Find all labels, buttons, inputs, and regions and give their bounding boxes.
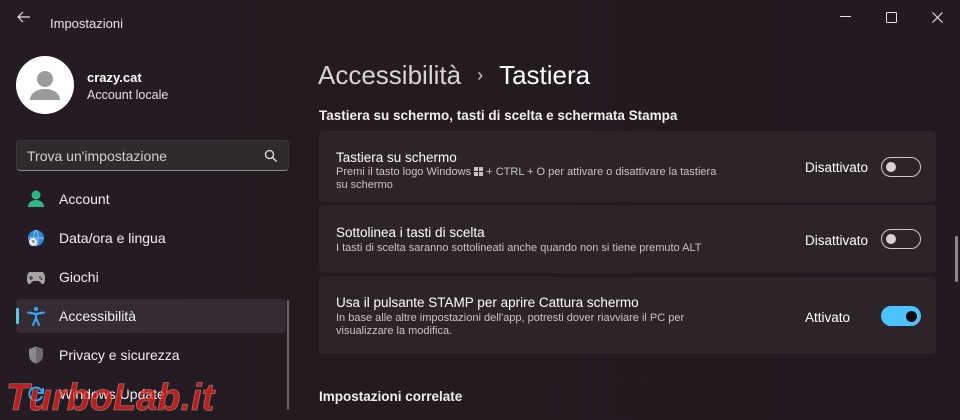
toggle-knob [906, 310, 917, 322]
sidebar-item-label: Account [59, 191, 110, 207]
description-text: In base alle altre impostazioni dell'app… [336, 312, 685, 324]
maximize-button[interactable] [868, 6, 914, 28]
setting-description: Premi il tasto logo Windows + CTRL + O p… [336, 166, 746, 191]
gamepad-icon [27, 272, 45, 284]
setting-card-print-screen: Usa il pulsante STAMP per aprire Cattura… [319, 277, 936, 354]
minimize-icon [839, 16, 851, 17]
user-name: crazy.cat [87, 70, 142, 85]
print-screen-toggle[interactable] [881, 306, 921, 326]
sidebar-item-gaming[interactable]: Giochi [16, 260, 286, 294]
setting-title: Sottolinea i tasti di scelta [336, 225, 485, 240]
setting-card-on-screen-keyboard: Tastiera su schermo Premi il tasto logo … [319, 131, 936, 202]
globe-clock-icon [28, 229, 44, 247]
toggle-state-label: Disattivato [805, 160, 869, 175]
setting-description: In base alle altre impostazioni dell'app… [336, 312, 756, 337]
svg-text:TurboLab.it: TurboLab.it [6, 377, 216, 419]
app-title: Impostazioni [50, 16, 123, 31]
account-type: Account locale [87, 88, 169, 102]
active-indicator [16, 308, 19, 324]
breadcrumb: Accessibilità › Tastiera [318, 58, 590, 92]
description-text: + CTRL + O per attivare o disattivare la… [483, 166, 717, 178]
setting-title: Usa il pulsante STAMP per aprire Cattura… [336, 295, 639, 310]
section-title: Tastiera su schermo, tasti di scelta e s… [319, 108, 678, 123]
setting-description: I tasti di scelta saranno sottolineati a… [336, 242, 702, 254]
search-icon[interactable] [264, 149, 278, 163]
description-text: visualizzare la modifica. [336, 324, 453, 337]
user-silhouette-icon [30, 71, 60, 100]
sidebar-item-privacy[interactable]: Privacy e sicurezza [16, 338, 286, 372]
sidebar-scrollbar[interactable] [287, 300, 289, 410]
minimize-button[interactable] [822, 6, 868, 28]
toggle-knob [886, 234, 896, 244]
sidebar-item-label: Data/ora e lingua [59, 230, 166, 246]
description-text: su schermo [336, 178, 393, 191]
breadcrumb-parent[interactable]: Accessibilità [318, 60, 461, 91]
search-input[interactable] [27, 148, 257, 164]
back-arrow-icon [17, 11, 30, 23]
avatar[interactable] [16, 56, 74, 114]
toggle-knob [886, 162, 896, 172]
sidebar-item-account[interactable]: Account [16, 182, 286, 216]
underline-access-keys-toggle[interactable] [881, 229, 921, 249]
toggle-state-label: Attivato [805, 310, 851, 325]
close-icon [931, 11, 943, 23]
page-title: Tastiera [499, 59, 591, 90]
accessibility-icon [26, 306, 46, 326]
back-button[interactable] [12, 8, 36, 26]
on-screen-keyboard-toggle[interactable] [881, 157, 921, 177]
chevron-right-icon: › [477, 64, 484, 85]
sidebar-item-label: Privacy e sicurezza [59, 347, 180, 363]
settings-window: Impostazioni crazy.cat Account locale Tr… [0, 0, 960, 420]
account-icon [28, 190, 44, 207]
main-scrollbar[interactable] [955, 236, 958, 282]
setting-card-underline-access-keys: Sottolinea i tasti di scelta I tasti di … [319, 205, 936, 273]
toggle-state-label: Disattivato [805, 233, 869, 248]
turbolab-watermark-logo: TurboLab.it [6, 377, 216, 420]
close-button[interactable] [914, 6, 960, 28]
shield-icon [29, 346, 43, 364]
windows-logo-icon [474, 167, 484, 176]
maximize-icon [885, 11, 897, 23]
sidebar-item-label: Accessibilità [59, 308, 137, 324]
description-text: Premi il tasto logo Windows [336, 166, 475, 178]
title-bar: Impostazioni [0, 0, 960, 32]
sidebar-item-accessibility[interactable]: Accessibilità [16, 299, 286, 333]
sidebar-item-label: Giochi [59, 269, 99, 285]
related-settings-title: Impostazioni correlate [319, 389, 463, 404]
search-box[interactable] [16, 140, 289, 171]
sidebar-item-time-language[interactable]: Data/ora e lingua [16, 221, 286, 255]
setting-title: Tastiera su schermo [336, 150, 457, 165]
